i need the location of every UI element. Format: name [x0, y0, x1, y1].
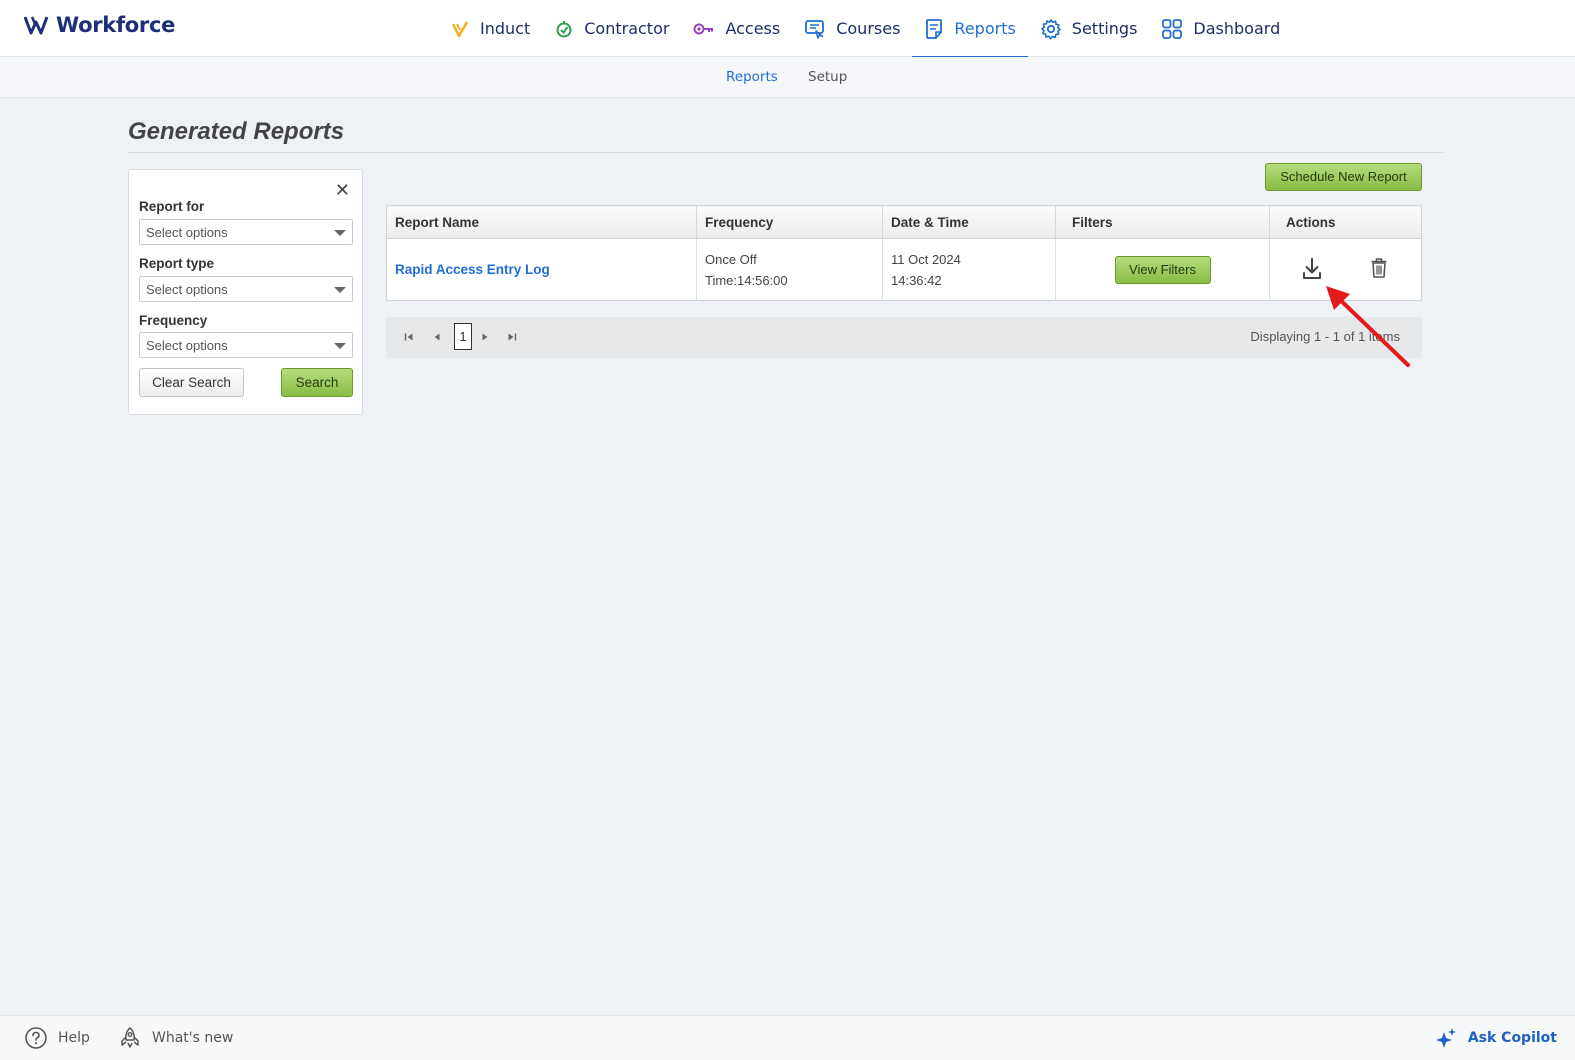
report-type-select[interactable]: Select options [139, 276, 353, 302]
nav-label: Dashboard [1193, 19, 1281, 38]
current-page-number[interactable]: 1 [454, 323, 472, 350]
top-navigation-bar: Workforce Induct Contractor Access Cours… [0, 0, 1575, 58]
nav-label: Courses [836, 19, 901, 38]
whats-new-link[interactable]: What's new [118, 1026, 233, 1050]
close-filter-panel-icon[interactable]: ✕ [335, 180, 350, 201]
frequency-time: Time:14:56:00 [705, 272, 788, 288]
filters-cell: View Filters [1055, 238, 1270, 301]
report-name-cell: Rapid Access Entry Log [386, 238, 697, 301]
nav-item-settings[interactable]: Settings [1028, 0, 1150, 57]
frequency-value: Once Off [705, 251, 757, 267]
nav-label: Access [725, 19, 781, 38]
title-divider [128, 152, 1443, 153]
next-page-icon[interactable] [480, 332, 490, 345]
chevron-down-icon [334, 343, 346, 349]
first-page-icon[interactable] [404, 332, 414, 345]
report-for-placeholder: Select options [146, 225, 228, 240]
induct-icon [451, 20, 469, 37]
frequency-placeholder: Select options [146, 338, 228, 353]
sparkle-icon [1435, 1028, 1456, 1048]
report-for-label: Report for [139, 199, 205, 214]
reports-table: Report Name Frequency Date & Time Filter… [386, 205, 1422, 301]
nav-item-courses[interactable]: Courses [792, 0, 912, 57]
column-header-actions: Actions [1269, 205, 1422, 239]
previous-page-icon[interactable] [432, 332, 442, 345]
ask-copilot-label: Ask Copilot [1467, 1030, 1557, 1046]
column-header-filters: Filters [1055, 205, 1270, 239]
nav-label: Reports [954, 19, 1016, 38]
filter-panel: ✕ Report for Select options Report type … [128, 169, 363, 415]
pagination-bar: 1 Displaying 1 - 1 of 1 items [386, 317, 1422, 358]
footer-bar: Help What's new Ask Copilot [0, 1015, 1575, 1060]
rocket-icon [121, 1027, 139, 1048]
frequency-label: Frequency [139, 313, 208, 328]
delete-icon[interactable] [1370, 257, 1388, 285]
search-button[interactable]: Search [281, 368, 353, 397]
report-time: 14:36:42 [891, 272, 942, 288]
date-time-cell: 11 Oct 2024 14:36:42 [882, 238, 1056, 301]
nav-item-reports[interactable]: Reports [912, 0, 1029, 58]
table-row: Rapid Access Entry Log Once Off Time:14:… [386, 238, 1422, 301]
schedule-new-report-button[interactable]: Schedule New Report [1265, 163, 1422, 191]
nav-label: Settings [1071, 19, 1138, 38]
report-type-label: Report type [139, 256, 215, 271]
subnav-reports-link[interactable]: Reports [726, 69, 778, 85]
whats-new-label: What's new [152, 1030, 234, 1046]
help-icon [25, 1027, 47, 1049]
brand-name: Workforce [56, 13, 176, 37]
key-icon [693, 23, 714, 34]
last-page-icon[interactable] [507, 332, 517, 345]
ask-copilot-button[interactable]: Ask Copilot [1434, 1026, 1557, 1050]
page-title: Generated Reports [128, 118, 345, 145]
main-nav: Induct Contractor Access Courses Reports… [438, 0, 1292, 58]
view-filters-button[interactable]: View Filters [1114, 255, 1211, 284]
column-header-report-name[interactable]: Report Name [386, 205, 697, 239]
chevron-down-icon [334, 230, 346, 236]
contractor-icon [556, 20, 572, 37]
help-link[interactable]: Help [24, 1026, 90, 1050]
download-icon[interactable] [1301, 257, 1323, 287]
nav-item-induct[interactable]: Induct [438, 0, 542, 57]
nav-item-dashboard[interactable]: Dashboard [1149, 0, 1292, 57]
actions-cell [1270, 239, 1422, 301]
workforce-logo-icon [24, 16, 49, 35]
report-type-placeholder: Select options [146, 282, 228, 297]
courses-icon [805, 19, 825, 39]
table-header-row: Report Name Frequency Date & Time Filter… [386, 205, 1422, 239]
report-name-link[interactable]: Rapid Access Entry Log [395, 262, 550, 277]
nav-label: Induct [480, 19, 531, 38]
sub-navigation: Reports Setup [0, 57, 1575, 98]
nav-item-contractor[interactable]: Contractor [542, 0, 681, 57]
frequency-select[interactable]: Select options [139, 332, 353, 358]
dashboard-icon [1162, 18, 1183, 39]
subnav-setup-link[interactable]: Setup [808, 69, 847, 85]
column-header-date-time[interactable]: Date & Time [882, 205, 1056, 239]
workforce-logo[interactable]: Workforce [24, 13, 175, 37]
pager-info: Displaying 1 - 1 of 1 items [1250, 329, 1400, 344]
reports-icon [926, 18, 943, 39]
report-for-select[interactable]: Select options [139, 219, 353, 245]
clear-search-button[interactable]: Clear Search [139, 368, 244, 397]
nav-item-access[interactable]: Access [681, 0, 792, 57]
frequency-cell: Once Off Time:14:56:00 [696, 238, 883, 301]
report-date: 11 Oct 2024 [891, 251, 961, 267]
column-header-frequency[interactable]: Frequency [696, 205, 883, 239]
chevron-down-icon [334, 287, 346, 293]
gear-icon [1040, 18, 1061, 39]
help-label: Help [58, 1030, 90, 1046]
nav-label: Contractor [584, 19, 670, 38]
